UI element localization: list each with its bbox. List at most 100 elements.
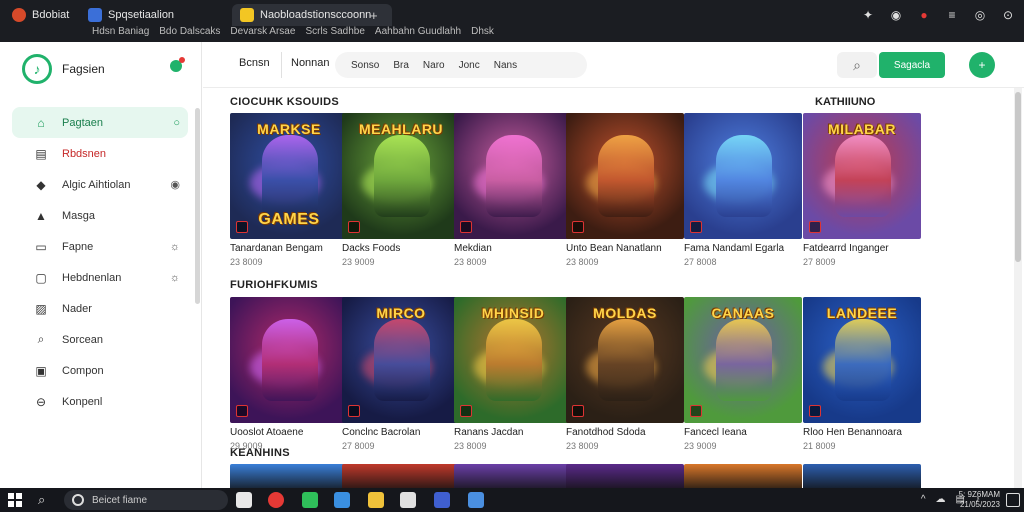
windows-start-icon[interactable] bbox=[8, 493, 22, 507]
game-thumbnail[interactable]: MARKSE GAMES bbox=[230, 113, 348, 239]
sidebar-item-6[interactable]: ▨ Nader bbox=[12, 293, 188, 324]
game-card[interactable]: Uooslot Atoaene 29 9009 bbox=[230, 297, 348, 451]
filter-item[interactable]: Jonc bbox=[459, 60, 480, 71]
taskbar-app-icon[interactable] bbox=[268, 492, 284, 508]
header-button-1[interactable]: Bcnsn bbox=[239, 57, 270, 69]
game-title[interactable]: Dacks Foods bbox=[342, 243, 460, 254]
brand-name: Fagsien bbox=[62, 62, 105, 76]
bookmark-item[interactable]: Scrls Sadhbe bbox=[305, 26, 364, 40]
browser-tab-2[interactable]: Spqsetiaalion bbox=[80, 4, 222, 26]
taskbar-search-box[interactable]: Beicet fiame bbox=[64, 490, 228, 510]
tray-cloud-icon[interactable]: ☁ bbox=[936, 494, 946, 505]
game-card[interactable]: CANAAS Fancecl Ieana 23 9009 bbox=[684, 297, 802, 451]
game-thumbnail[interactable]: MIRCO bbox=[342, 297, 460, 423]
browser-tab-3-active[interactable]: Naobloadstionsccoonn bbox=[232, 4, 392, 26]
brand[interactable]: ♪ Fagsien bbox=[22, 54, 105, 84]
game-card[interactable]: MIRCO Conclnc Bacrolan 27 8009 bbox=[342, 297, 460, 451]
filter-item[interactable]: Bra bbox=[393, 60, 409, 71]
game-title[interactable]: Unto Bean Nanatlann bbox=[566, 243, 684, 254]
game-thumbnail[interactable] bbox=[566, 113, 684, 239]
taskbar-clock[interactable]: 5: 9Z6MAM 21/05/2023 bbox=[959, 490, 1000, 510]
game-thumbnail[interactable] bbox=[230, 297, 348, 423]
game-card[interactable]: MEAHLARU Dacks Foods 23 9009 bbox=[342, 113, 460, 267]
taskbar-app-icon[interactable] bbox=[236, 492, 252, 508]
game-thumbnail-partial[interactable] bbox=[803, 464, 921, 488]
taskbar-search-icon[interactable]: ⌕ bbox=[38, 492, 45, 508]
taskbar-app-icon[interactable] bbox=[334, 492, 350, 508]
game-title[interactable]: Fancecl Ieana bbox=[684, 427, 802, 438]
game-card[interactable]: MHINSID Ranans Jacdan 23 8009 bbox=[454, 297, 572, 451]
notification-icon[interactable] bbox=[170, 57, 185, 72]
game-card[interactable]: LANDEEE Rloo Hen Benannoara 21 8009 bbox=[803, 297, 921, 451]
game-card[interactable]: MILABAR Fatdearrd Inganger 27 8009 bbox=[803, 113, 921, 267]
filter-item[interactable]: Nans bbox=[494, 60, 517, 71]
sidebar-item-3[interactable]: ▲ Masga bbox=[12, 200, 188, 231]
new-tab-button[interactable]: + bbox=[370, 8, 378, 23]
record-icon[interactable]: ◎ bbox=[972, 8, 988, 22]
game-thumbnail[interactable]: MILABAR bbox=[803, 113, 921, 239]
header-button-2[interactable]: Nonnan bbox=[291, 57, 330, 69]
game-thumbnail[interactable]: MHINSID bbox=[454, 297, 572, 423]
game-title[interactable]: Ranans Jacdan bbox=[454, 427, 572, 438]
game-thumbnail[interactable]: LANDEEE bbox=[803, 297, 921, 423]
game-thumbnail-partial[interactable] bbox=[230, 464, 348, 488]
taskbar-app-icon[interactable] bbox=[468, 492, 484, 508]
tray-arrow-icon[interactable]: ^ bbox=[921, 494, 926, 505]
scrollbar-thumb[interactable] bbox=[1015, 92, 1021, 262]
bookmark-item[interactable]: Dhsk bbox=[471, 26, 494, 40]
game-title[interactable]: Rloo Hen Benannoara bbox=[803, 427, 921, 438]
primary-button[interactable]: Sagacla bbox=[879, 52, 945, 78]
game-thumbnail[interactable]: MOLDAS bbox=[566, 297, 684, 423]
game-thumbnail[interactable]: MEAHLARU bbox=[342, 113, 460, 239]
taskbar-app-icon[interactable] bbox=[368, 492, 384, 508]
game-card[interactable]: Fama Nandaml Egarla 27 8008 bbox=[684, 113, 802, 267]
extension-icon[interactable]: ◉ bbox=[888, 8, 904, 22]
bookmark-item[interactable]: Bdo Dalscaks bbox=[159, 26, 220, 40]
profile-icon[interactable]: ⊙ bbox=[1000, 8, 1016, 22]
game-card[interactable]: MOLDAS Fanotdhod Sdoda 23 8009 bbox=[566, 297, 684, 451]
game-thumbnail-partial[interactable] bbox=[454, 464, 572, 488]
sidebar-item-7[interactable]: ⌕ Sorcean bbox=[12, 324, 188, 355]
sidebar-item-4[interactable]: ▭ Fapne ☼ bbox=[12, 231, 188, 262]
filter-item[interactable]: Naro bbox=[423, 60, 445, 71]
game-thumbnail[interactable]: CANAAS bbox=[684, 297, 802, 423]
content-header: Bcnsn Nonnan Sonso Bra Naro Jonc Nans ⌕ … bbox=[203, 42, 1024, 88]
filter-item[interactable]: Sonso bbox=[351, 60, 379, 71]
add-button[interactable]: + bbox=[969, 52, 995, 78]
game-thumbnail[interactable] bbox=[454, 113, 572, 239]
bookmark-item[interactable]: Aahbahn Guudlahh bbox=[375, 26, 461, 40]
red-icon[interactable]: ● bbox=[916, 8, 932, 22]
game-card[interactable]: MARKSE GAMES Tanardanan Bengam 23 8009 bbox=[230, 113, 348, 267]
game-card[interactable]: Mekdian 23 8009 bbox=[454, 113, 572, 267]
game-title[interactable]: Tanardanan Bengam bbox=[230, 243, 348, 254]
sidebar-item-2[interactable]: ◆ Algic Aihtiolan ◉ bbox=[12, 169, 188, 200]
sidebar-item-8[interactable]: ▣ Compon bbox=[12, 355, 188, 386]
game-thumbnail-partial[interactable] bbox=[684, 464, 802, 488]
game-title[interactable]: Fatdearrd Inganger bbox=[803, 243, 921, 254]
search-button[interactable]: ⌕ bbox=[837, 52, 877, 78]
game-title[interactable]: Fanotdhod Sdoda bbox=[566, 427, 684, 438]
menu-icon[interactable]: ≡ bbox=[944, 8, 960, 22]
game-title[interactable]: Uooslot Atoaene bbox=[230, 427, 348, 438]
main-scrollbar[interactable] bbox=[1014, 88, 1022, 488]
bookmark-item[interactable]: Hdsn Baniag bbox=[92, 26, 149, 40]
sidebar-scrollbar[interactable] bbox=[195, 108, 200, 304]
sidebar-item-1[interactable]: ▤ Rbdsnen bbox=[12, 138, 188, 169]
game-card[interactable]: Unto Bean Nanatlann 23 8009 bbox=[566, 113, 684, 267]
sidebar-item-5[interactable]: ▢ Hebdnenlan ☼ bbox=[12, 262, 188, 293]
taskbar-app-icon[interactable] bbox=[400, 492, 416, 508]
game-title[interactable]: Fama Nandaml Egarla bbox=[684, 243, 802, 254]
game-title[interactable]: Conclnc Bacrolan bbox=[342, 427, 460, 438]
browser-tab-1[interactable]: Bdobiat bbox=[4, 4, 78, 26]
game-thumbnail-partial[interactable] bbox=[566, 464, 684, 488]
taskbar-app-icon[interactable] bbox=[302, 492, 318, 508]
taskbar-app-icon[interactable] bbox=[434, 492, 450, 508]
game-thumbnail-partial[interactable] bbox=[342, 464, 460, 488]
game-thumbnail[interactable] bbox=[684, 113, 802, 239]
game-title[interactable]: Mekdian bbox=[454, 243, 572, 254]
puzzle-icon[interactable]: ✦ bbox=[860, 8, 876, 22]
sidebar-item-0[interactable]: ⌂ Pagtaen ○ bbox=[12, 107, 188, 138]
notification-center-icon[interactable] bbox=[1006, 493, 1020, 507]
bookmark-item[interactable]: Devarsk Arsae bbox=[230, 26, 295, 40]
sidebar-item-9[interactable]: ⊖ Konpenl bbox=[12, 386, 188, 417]
